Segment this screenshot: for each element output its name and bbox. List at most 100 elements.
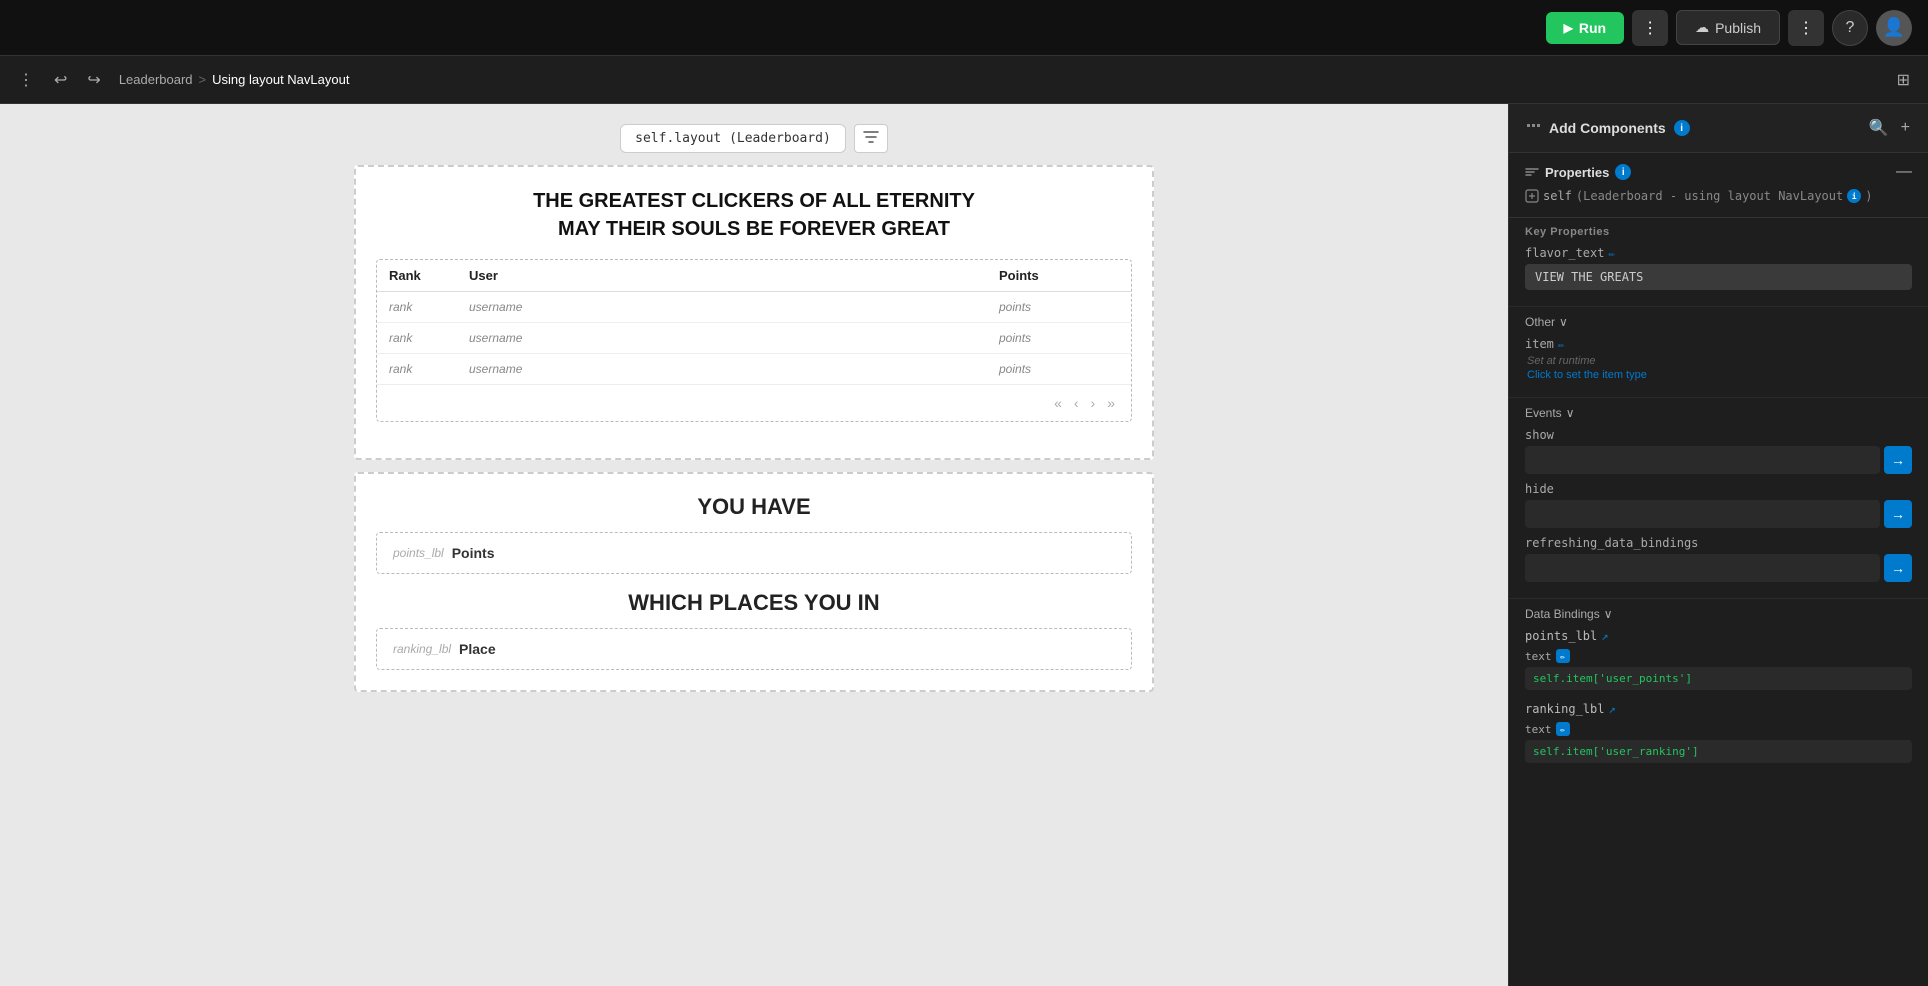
points-lbl-component-name: points_lbl ↗ [1525, 629, 1912, 643]
other-title[interactable]: Other ∨ [1525, 315, 1912, 329]
flavor-text-prop: flavor_text ✏ VIEW THE GREATS [1525, 246, 1912, 290]
undo-button[interactable]: ↩ [48, 66, 73, 94]
text-prop-label2: text ✏ [1525, 722, 1912, 736]
show-event-button[interactable]: → [1884, 446, 1912, 474]
points-lbl: points_lbl [393, 546, 444, 560]
text-edit-icon1[interactable]: ✏ [1556, 649, 1570, 663]
data-bindings-label: Data Bindings [1525, 607, 1600, 621]
item-label: item [1525, 337, 1554, 351]
other-section: Other ∨ item ✏ Set at runtime Click to s… [1509, 307, 1928, 398]
item-edit-icon[interactable]: ✏ [1558, 338, 1565, 351]
next-page-button[interactable]: › [1087, 393, 1100, 413]
ranking-value: Place [459, 641, 496, 657]
panel-toggle-button[interactable]: ⊞ [1891, 66, 1916, 94]
help-button[interactable]: ? [1832, 10, 1868, 46]
data-bindings-title[interactable]: Data Bindings ∨ [1525, 607, 1912, 621]
points-cell: points [999, 362, 1119, 376]
text-value1: self.item['user_points'] [1525, 667, 1912, 690]
menu-dots-button[interactable]: ⋮ [12, 66, 40, 94]
first-page-button[interactable]: « [1050, 393, 1066, 413]
properties-section: Properties i — self (Leaderboard - using… [1509, 153, 1928, 218]
properties-header: Properties i — [1525, 163, 1912, 181]
self-detail: (Leaderboard - using layout NavLayout [1576, 189, 1843, 203]
text-edit-icon2[interactable]: ✏ [1556, 722, 1570, 736]
canvas-area: self.layout (Leaderboard) THE GREATEST C… [0, 104, 1508, 986]
ranking-lbl: ranking_lbl [393, 642, 451, 656]
show-event: show → [1525, 428, 1912, 474]
breadcrumb-root[interactable]: Leaderboard [119, 72, 193, 87]
refreshing-event-input-row: → [1525, 554, 1912, 582]
self-info-dot[interactable]: i [1847, 189, 1861, 203]
events-title[interactable]: Events ∨ [1525, 406, 1912, 420]
username-cell: username [469, 300, 999, 314]
ranking-lbl-name: ranking_lbl [1525, 702, 1604, 716]
properties-info[interactable]: i [1615, 164, 1631, 180]
points-cell: points [999, 331, 1119, 345]
panel-header-right: 🔍 + [1867, 116, 1912, 140]
table-header: Rank User Points [377, 260, 1131, 292]
which-places-title: WHICH PLACES YOU IN [376, 590, 1132, 616]
cloud-icon: ☁ [1695, 19, 1709, 36]
topbar: ▶ Run ⋮ ☁ Publish ⋮ ? 👤 [0, 0, 1928, 56]
run-menu-button[interactable]: ⋮ [1632, 10, 1668, 46]
points-value: Points [452, 545, 495, 561]
card-title-line2: MAY THEIR SOULS BE FOREVER GREAT [376, 215, 1132, 243]
show-event-input[interactable] [1525, 446, 1880, 474]
canvas-filter-button[interactable] [854, 124, 888, 153]
publish-button[interactable]: ☁ Publish [1676, 10, 1780, 45]
ranking-row: ranking_lbl Place [376, 628, 1132, 670]
canvas-label-bar: self.layout (Leaderboard) [620, 124, 888, 153]
ranking-lbl-component-name: ranking_lbl ↗ [1525, 702, 1912, 716]
breadcrumb: Leaderboard > Using layout NavLayout [119, 72, 350, 87]
hide-event-button[interactable]: → [1884, 500, 1912, 528]
add-button[interactable]: + [1899, 117, 1912, 139]
pagination-bar: « ‹ › » [377, 385, 1131, 421]
username-cell: username [469, 331, 999, 345]
add-components-header: Add Components i 🔍 + [1509, 104, 1928, 153]
publish-menu-icon: ⋮ [1798, 20, 1814, 37]
run-label: Run [1579, 20, 1606, 36]
search-button[interactable]: 🔍 [1867, 116, 1891, 140]
rank-cell: rank [389, 331, 469, 345]
points-lbl-name: points_lbl [1525, 629, 1597, 643]
properties-title: Properties i [1525, 164, 1631, 180]
key-properties-label: Key Properties [1525, 226, 1912, 238]
events-chevron: ∨ [1566, 406, 1575, 420]
publish-menu-button[interactable]: ⋮ [1788, 10, 1824, 46]
add-components-icon [1525, 120, 1541, 136]
breadcrumb-separator: > [199, 72, 207, 87]
flavor-text-edit-icon[interactable]: ✏ [1608, 247, 1615, 260]
events-label: Events [1525, 406, 1562, 420]
publish-label: Publish [1715, 20, 1761, 36]
last-page-button[interactable]: » [1103, 393, 1119, 413]
refreshing-event-input[interactable] [1525, 554, 1880, 582]
properties-label: Properties [1545, 165, 1609, 180]
item-click-to-set[interactable]: Click to set the item type [1525, 369, 1912, 381]
hide-event-input[interactable] [1525, 500, 1880, 528]
refreshing-data-bindings-event: refreshing_data_bindings → [1525, 536, 1912, 582]
flavor-text-value: VIEW THE GREATS [1525, 264, 1912, 290]
points-lbl-link-icon[interactable]: ↗ [1601, 629, 1608, 643]
redo-button[interactable]: ↪ [81, 66, 106, 94]
text-value2: self.item['user_ranking'] [1525, 740, 1912, 763]
right-panel: Add Components i 🔍 + Properties i — [1508, 104, 1928, 986]
main-layout: self.layout (Leaderboard) THE GREATEST C… [0, 104, 1928, 986]
avatar[interactable]: 👤 [1876, 10, 1912, 46]
ranking-lbl-link-icon[interactable]: ↗ [1608, 702, 1615, 716]
add-components-label: Add Components [1549, 120, 1666, 136]
canvas-label-pill[interactable]: self.layout (Leaderboard) [620, 124, 846, 153]
play-icon: ▶ [1564, 21, 1573, 35]
run-button[interactable]: ▶ Run [1546, 12, 1624, 44]
breadcrumb-current: Using layout NavLayout [212, 72, 349, 87]
col-user-header: User [469, 268, 999, 283]
refreshing-event-button[interactable]: → [1884, 554, 1912, 582]
add-components-title-area: Add Components i [1525, 120, 1690, 136]
card-title-line1: THE GREATEST CLICKERS OF ALL ETERNITY [376, 187, 1132, 215]
data-bindings-section: Data Bindings ∨ points_lbl ↗ text ✏ self… [1509, 599, 1928, 783]
add-components-info[interactable]: i [1674, 120, 1690, 136]
prev-page-button[interactable]: ‹ [1070, 393, 1083, 413]
properties-collapse-button[interactable]: — [1896, 163, 1912, 181]
col-rank-header: Rank [389, 268, 469, 283]
text-prop-label1: text ✏ [1525, 649, 1912, 663]
properties-icon [1525, 165, 1539, 179]
